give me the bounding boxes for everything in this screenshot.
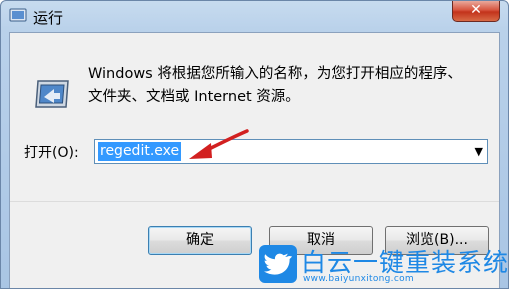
dialog-title: 运行 <box>33 9 64 27</box>
close-icon: ✕ <box>470 2 482 18</box>
red-arrow-annotation <box>189 129 249 159</box>
separator <box>10 201 499 202</box>
description-line-2: 文件夹、文档或 Internet 资源。 <box>88 89 300 105</box>
watermark-url: www.baiyunxitong.com <box>303 274 414 284</box>
open-combobox[interactable]: regedit.exe ▼ <box>94 139 488 164</box>
ok-button[interactable]: 确定 <box>148 226 252 255</box>
run-app-icon <box>9 8 27 22</box>
dialog-description: Windows 将根据您所输入的名称，为您打开相应的程序、 文件夹、文档或 In… <box>88 63 488 109</box>
title-bar[interactable]: 运行 ✕ <box>1 1 508 33</box>
open-label: 打开(O): <box>24 145 79 161</box>
description-line-1: Windows 将根据您所输入的名称，为您打开相应的程序、 <box>88 66 462 82</box>
open-input-text[interactable]: regedit.exe <box>98 142 182 161</box>
close-button[interactable]: ✕ <box>452 1 500 22</box>
dropdown-arrow-icon[interactable]: ▼ <box>475 143 483 161</box>
watermark: 白云一键重装系统 www.baiyunxitong.com <box>259 241 508 288</box>
run-dialog-icon <box>35 80 69 108</box>
run-dialog-window: 运行 ✕ Windows 将根据您所输入的名称，为您打开相应的程序、 文件夹、文… <box>0 0 509 289</box>
twitter-bird-logo-icon <box>259 245 297 283</box>
